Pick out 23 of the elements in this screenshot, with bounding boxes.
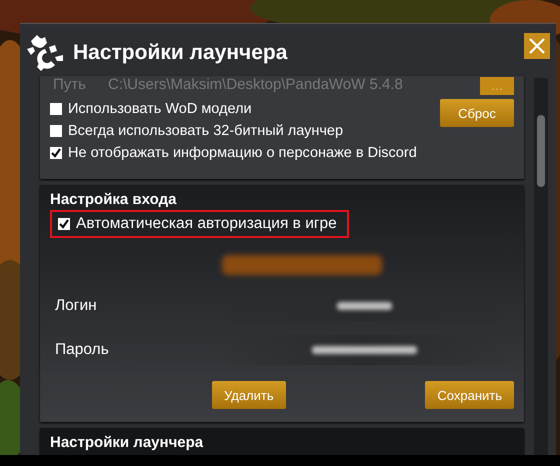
field-label: Логин <box>54 297 98 315</box>
scrollbar[interactable] <box>534 78 548 455</box>
option-label: Не отображать информацию о персонаже в Discord <box>68 145 417 161</box>
option-label: Использовать WoD модели <box>68 101 252 117</box>
checkbox[interactable] <box>50 103 62 115</box>
option-label: Автоматическая авторизация в игре <box>76 215 337 233</box>
checkbox[interactable] <box>50 147 62 159</box>
window-title: Настройки лаунчера <box>73 41 288 65</box>
path-value: C:\Users\Maksim\Desktop\PandaWoW 5.4.8 <box>108 76 404 92</box>
checkbox[interactable] <box>50 125 62 137</box>
section-title: Настройки лаунчера <box>50 433 204 451</box>
close-button[interactable] <box>524 33 550 59</box>
section-title: Настройка входа <box>50 190 178 208</box>
reset-button[interactable]: Сброс <box>440 99 514 127</box>
path-label: Путь <box>52 76 87 92</box>
browse-button[interactable]: … <box>480 77 514 95</box>
checkbox[interactable] <box>58 218 70 230</box>
option-label: Всегда использовать 32-битный лаунчер <box>68 123 344 139</box>
delete-button[interactable]: Удалить <box>212 381 286 409</box>
save-button[interactable]: Сохранить <box>425 381 514 409</box>
field-label: Пароль <box>54 341 110 359</box>
auto-login-option[interactable]: Автоматическая авторизация в игре <box>50 210 349 238</box>
close-icon <box>528 37 546 55</box>
